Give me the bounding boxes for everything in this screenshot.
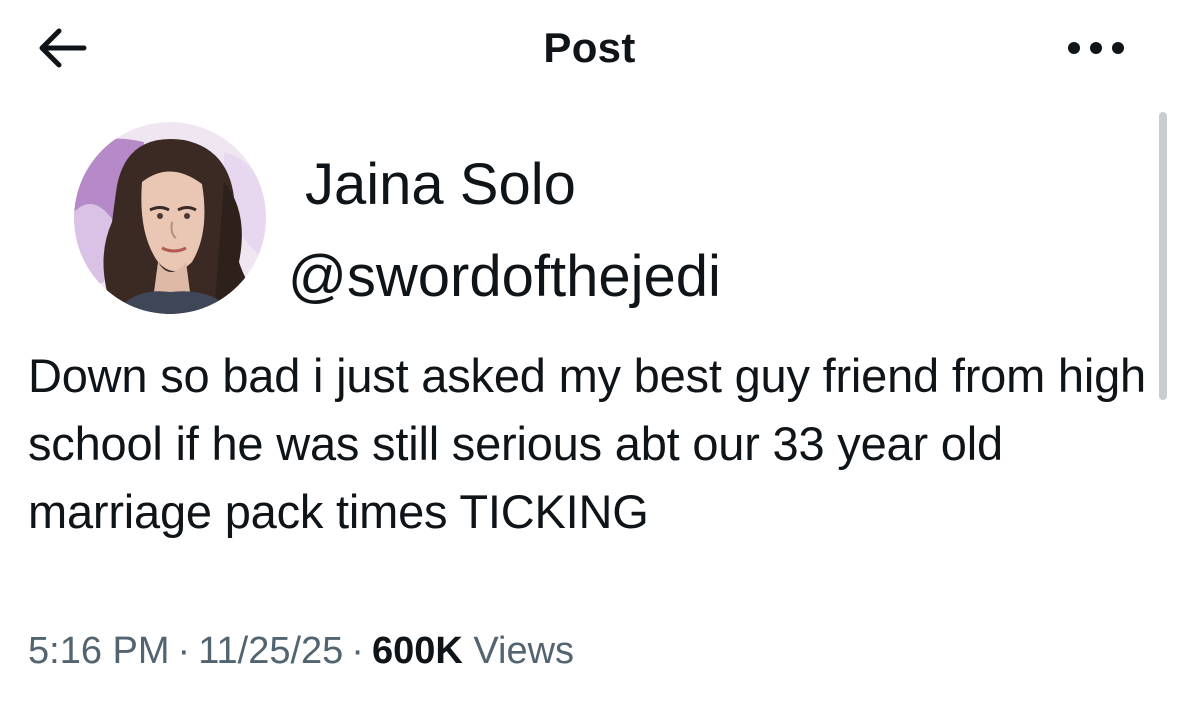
more-options-button[interactable] <box>1058 26 1134 70</box>
post-text: Down so bad i just asked my best guy fri… <box>28 349 1146 538</box>
user-handle[interactable]: @swordofthejedi <box>288 242 721 312</box>
post-metadata: 5:16 PM · 11/25/25 · 600K Views <box>28 624 574 678</box>
more-horizontal-icon <box>1068 42 1124 54</box>
back-button[interactable] <box>30 20 94 76</box>
top-bar: Post <box>0 0 1179 100</box>
page-title: Post <box>543 24 636 71</box>
views-count: 600K <box>371 630 463 672</box>
scrollbar[interactable] <box>1159 112 1167 400</box>
separator: · <box>351 630 364 672</box>
post-time[interactable]: 5:16 PM <box>28 630 170 672</box>
post-date[interactable]: 11/25/25 <box>198 630 343 672</box>
avatar[interactable] <box>74 122 266 314</box>
views-label: Views <box>473 630 575 672</box>
display-name[interactable]: Jaina Solo <box>305 150 576 220</box>
separator: · <box>177 630 191 672</box>
arrow-left-icon <box>39 28 87 68</box>
illustrated-portrait-avatar <box>74 122 266 314</box>
